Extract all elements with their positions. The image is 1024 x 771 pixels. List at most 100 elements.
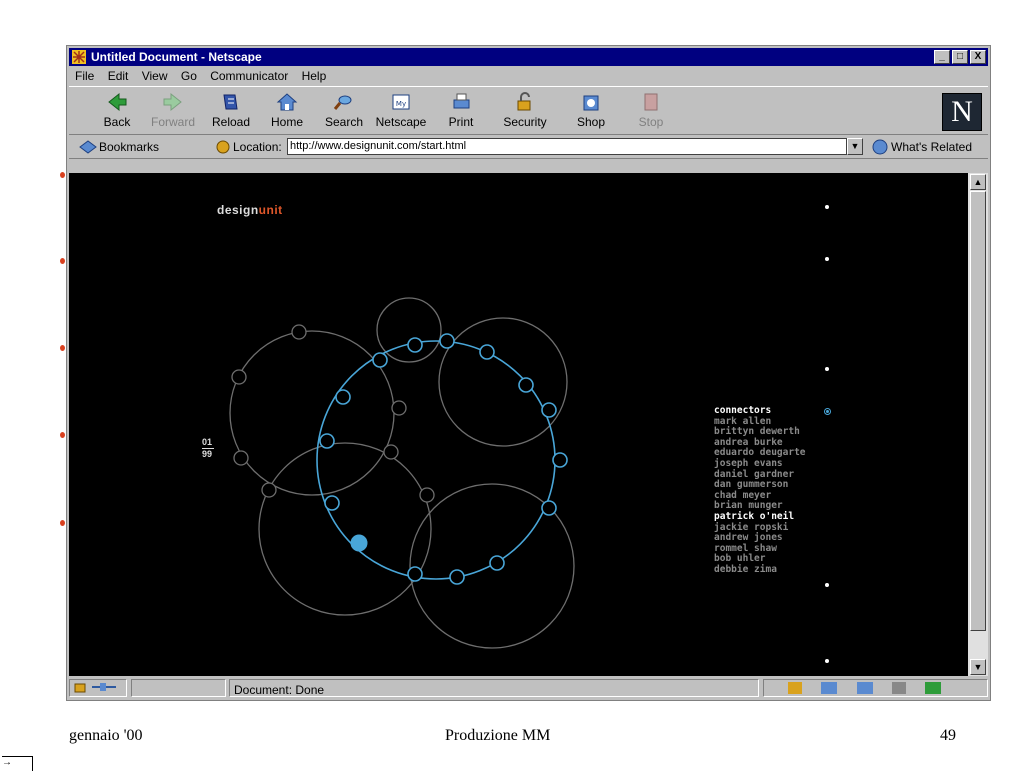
back-arrow-icon <box>108 92 127 112</box>
blue-node[interactable] <box>449 569 465 585</box>
netscape-logo[interactable]: N <box>942 93 982 131</box>
blue-node[interactable] <box>324 495 340 511</box>
gray-circle <box>229 330 395 496</box>
gray-nodes <box>231 324 435 503</box>
connectors-heading: connectors <box>714 405 772 416</box>
search-button[interactable]: Search <box>316 91 372 129</box>
nav-dot[interactable] <box>825 205 829 209</box>
menu-go[interactable]: Go <box>181 67 197 85</box>
connectors-list: connectors mark allen brittyn dewerth andre… <box>714 405 806 576</box>
gray-node[interactable] <box>419 487 435 503</box>
stop-icon <box>644 93 658 111</box>
scroll-thumb[interactable] <box>970 191 986 631</box>
chevron-down-icon: ▼ <box>850 141 860 151</box>
composer-icon[interactable] <box>925 682 942 694</box>
blue-node[interactable] <box>541 402 557 418</box>
gray-circle <box>258 442 432 616</box>
footer-right: 49 <box>940 727 956 744</box>
forward-button[interactable]: Forward <box>145 91 201 129</box>
security-label: Security <box>503 115 547 129</box>
blue-node[interactable] <box>407 337 423 353</box>
corner-mark: → <box>2 756 33 771</box>
newsgroups-icon[interactable] <box>856 682 873 694</box>
blue-node[interactable] <box>407 566 423 582</box>
connector-name-link[interactable]: patrick o'neil <box>714 511 806 523</box>
scroll-down-button[interactable]: ▼ <box>970 659 986 675</box>
gray-node[interactable] <box>231 369 247 385</box>
search-label: Search <box>324 115 364 129</box>
vertical-scrollbar[interactable]: ▲ ▼ <box>968 173 988 676</box>
menu-bar: File Edit View Go Communicator Help <box>69 67 988 85</box>
reload-icon <box>223 94 238 110</box>
back-label: Back <box>103 115 131 129</box>
gray-node[interactable] <box>233 450 249 466</box>
gray-node[interactable] <box>383 444 399 460</box>
menu-communicator[interactable]: Communicator <box>210 67 288 85</box>
nav-dot[interactable] <box>825 659 829 663</box>
reload-button[interactable]: Reload <box>203 91 259 129</box>
home-button[interactable]: Home <box>259 91 315 129</box>
shop-icon <box>583 95 599 111</box>
blue-node[interactable] <box>319 433 335 449</box>
blue-node[interactable] <box>552 452 568 468</box>
blue-node[interactable] <box>518 377 534 393</box>
shop-label: Shop <box>576 115 606 129</box>
forward-label: Forward <box>150 115 195 129</box>
nav-dot[interactable] <box>825 257 829 261</box>
mail-icon[interactable] <box>821 682 838 694</box>
blue-node[interactable] <box>439 333 455 349</box>
connector-name-link[interactable]: joseph evans <box>714 458 806 470</box>
netscape-label: Netscape <box>375 115 427 129</box>
minimize-button[interactable]: _ <box>934 50 950 64</box>
url-dropdown-button[interactable]: ▼ <box>847 138 863 155</box>
security-button[interactable]: Security <box>497 91 553 129</box>
gray-circles <box>229 297 575 649</box>
blue-node[interactable] <box>479 344 495 360</box>
print-icon <box>453 93 470 109</box>
menu-edit[interactable]: Edit <box>108 67 129 85</box>
scroll-up-button[interactable]: ▲ <box>970 174 986 190</box>
slide-dot <box>60 258 65 264</box>
blue-node[interactable] <box>541 500 557 516</box>
arrow-right-icon: → <box>2 757 12 768</box>
lock-icon <box>517 92 531 111</box>
gray-node[interactable] <box>261 482 277 498</box>
slide-dot <box>60 345 65 351</box>
url-input[interactable]: http://www.designunit.com/start.html <box>287 138 847 155</box>
active-blue-node[interactable] <box>350 534 368 552</box>
back-button[interactable]: Back <box>89 91 145 129</box>
menu-help[interactable]: Help <box>302 67 327 85</box>
whats-related-button[interactable]: What's Related <box>891 136 972 158</box>
nav-dot[interactable] <box>825 367 829 371</box>
slide-dot <box>60 172 65 178</box>
address-book-icon[interactable] <box>892 682 907 694</box>
location-icon <box>216 140 230 154</box>
search-icon <box>333 95 352 110</box>
home-icon <box>276 93 298 111</box>
component-bar <box>763 679 988 697</box>
gray-node[interactable] <box>391 400 407 416</box>
bookmarks-icon <box>79 140 97 154</box>
nav-dot[interactable] <box>825 583 829 587</box>
progress-field <box>131 679 226 697</box>
bookmarks-button[interactable]: Bookmarks <box>99 136 159 158</box>
menu-file[interactable]: File <box>75 67 94 85</box>
blue-node[interactable] <box>335 389 351 405</box>
status-text: Document: Done <box>229 679 759 697</box>
maximize-button[interactable]: □ <box>952 50 968 64</box>
navigator-icon[interactable] <box>788 682 802 694</box>
slide-dot <box>60 520 65 526</box>
security-status-field[interactable] <box>69 679 127 697</box>
stop-button[interactable]: Stop <box>623 91 679 129</box>
connectors-marker[interactable] <box>824 408 831 415</box>
gray-circle <box>438 317 568 447</box>
close-button[interactable]: X <box>970 50 986 64</box>
connector-name-link[interactable]: debbie zima <box>714 564 806 576</box>
shop-button[interactable]: Shop <box>563 91 619 129</box>
gray-node[interactable] <box>291 324 307 340</box>
menu-view[interactable]: View <box>142 67 168 85</box>
print-button[interactable]: Print <box>433 91 489 129</box>
blue-node[interactable] <box>489 555 505 571</box>
netscape-button[interactable]: My Netscape <box>373 91 429 129</box>
blue-node[interactable] <box>372 352 388 368</box>
